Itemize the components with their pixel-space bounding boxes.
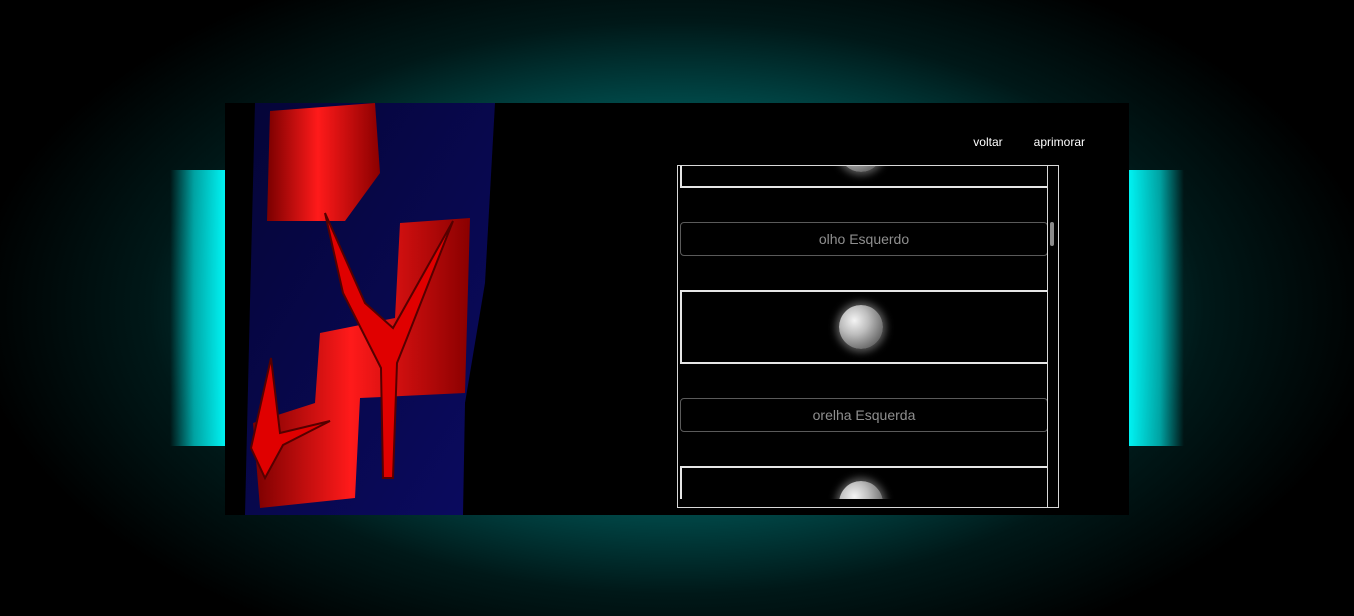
scrollbar-thumb[interactable] bbox=[1050, 222, 1054, 246]
scrollbar[interactable] bbox=[1047, 166, 1057, 507]
red-blue-logo bbox=[225, 103, 495, 515]
feature-image-card[interactable] bbox=[680, 290, 1049, 364]
main-stage: voltar aprimorar olho Esquerdo orelha Es… bbox=[225, 103, 1129, 515]
feature-label-left-eye[interactable]: olho Esquerdo bbox=[680, 222, 1048, 256]
cyan-glow-right bbox=[1124, 170, 1184, 446]
sphere-icon bbox=[839, 305, 883, 349]
sphere-icon bbox=[839, 481, 883, 499]
back-link[interactable]: voltar bbox=[973, 135, 1002, 149]
feature-image-card[interactable] bbox=[680, 466, 1049, 499]
cyan-glow-left bbox=[170, 170, 230, 446]
features-list-panel[interactable]: olho Esquerdo orelha Esquerda bbox=[677, 165, 1059, 508]
feature-label-left-ear[interactable]: orelha Esquerda bbox=[680, 398, 1048, 432]
refine-link[interactable]: aprimorar bbox=[1034, 135, 1085, 149]
sphere-icon bbox=[839, 166, 883, 172]
features-list[interactable]: olho Esquerdo orelha Esquerda bbox=[680, 166, 1049, 499]
feature-image-card[interactable] bbox=[680, 166, 1049, 188]
top-nav: voltar aprimorar bbox=[973, 135, 1085, 149]
